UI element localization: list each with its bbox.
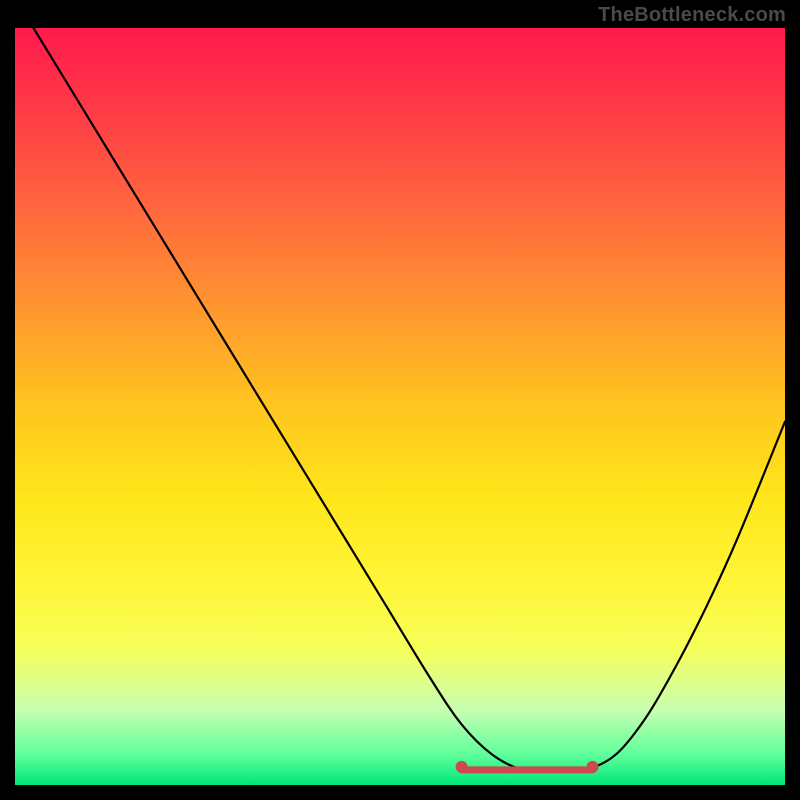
curve-layer — [15, 28, 785, 785]
chart-frame: TheBottleneck.com — [0, 0, 800, 800]
watermark-text: TheBottleneck.com — [598, 4, 786, 27]
optimal-end-dot — [587, 761, 599, 773]
bottleneck-curve — [15, 0, 785, 771]
plot-area — [15, 28, 785, 785]
optimal-start-dot — [456, 761, 468, 773]
